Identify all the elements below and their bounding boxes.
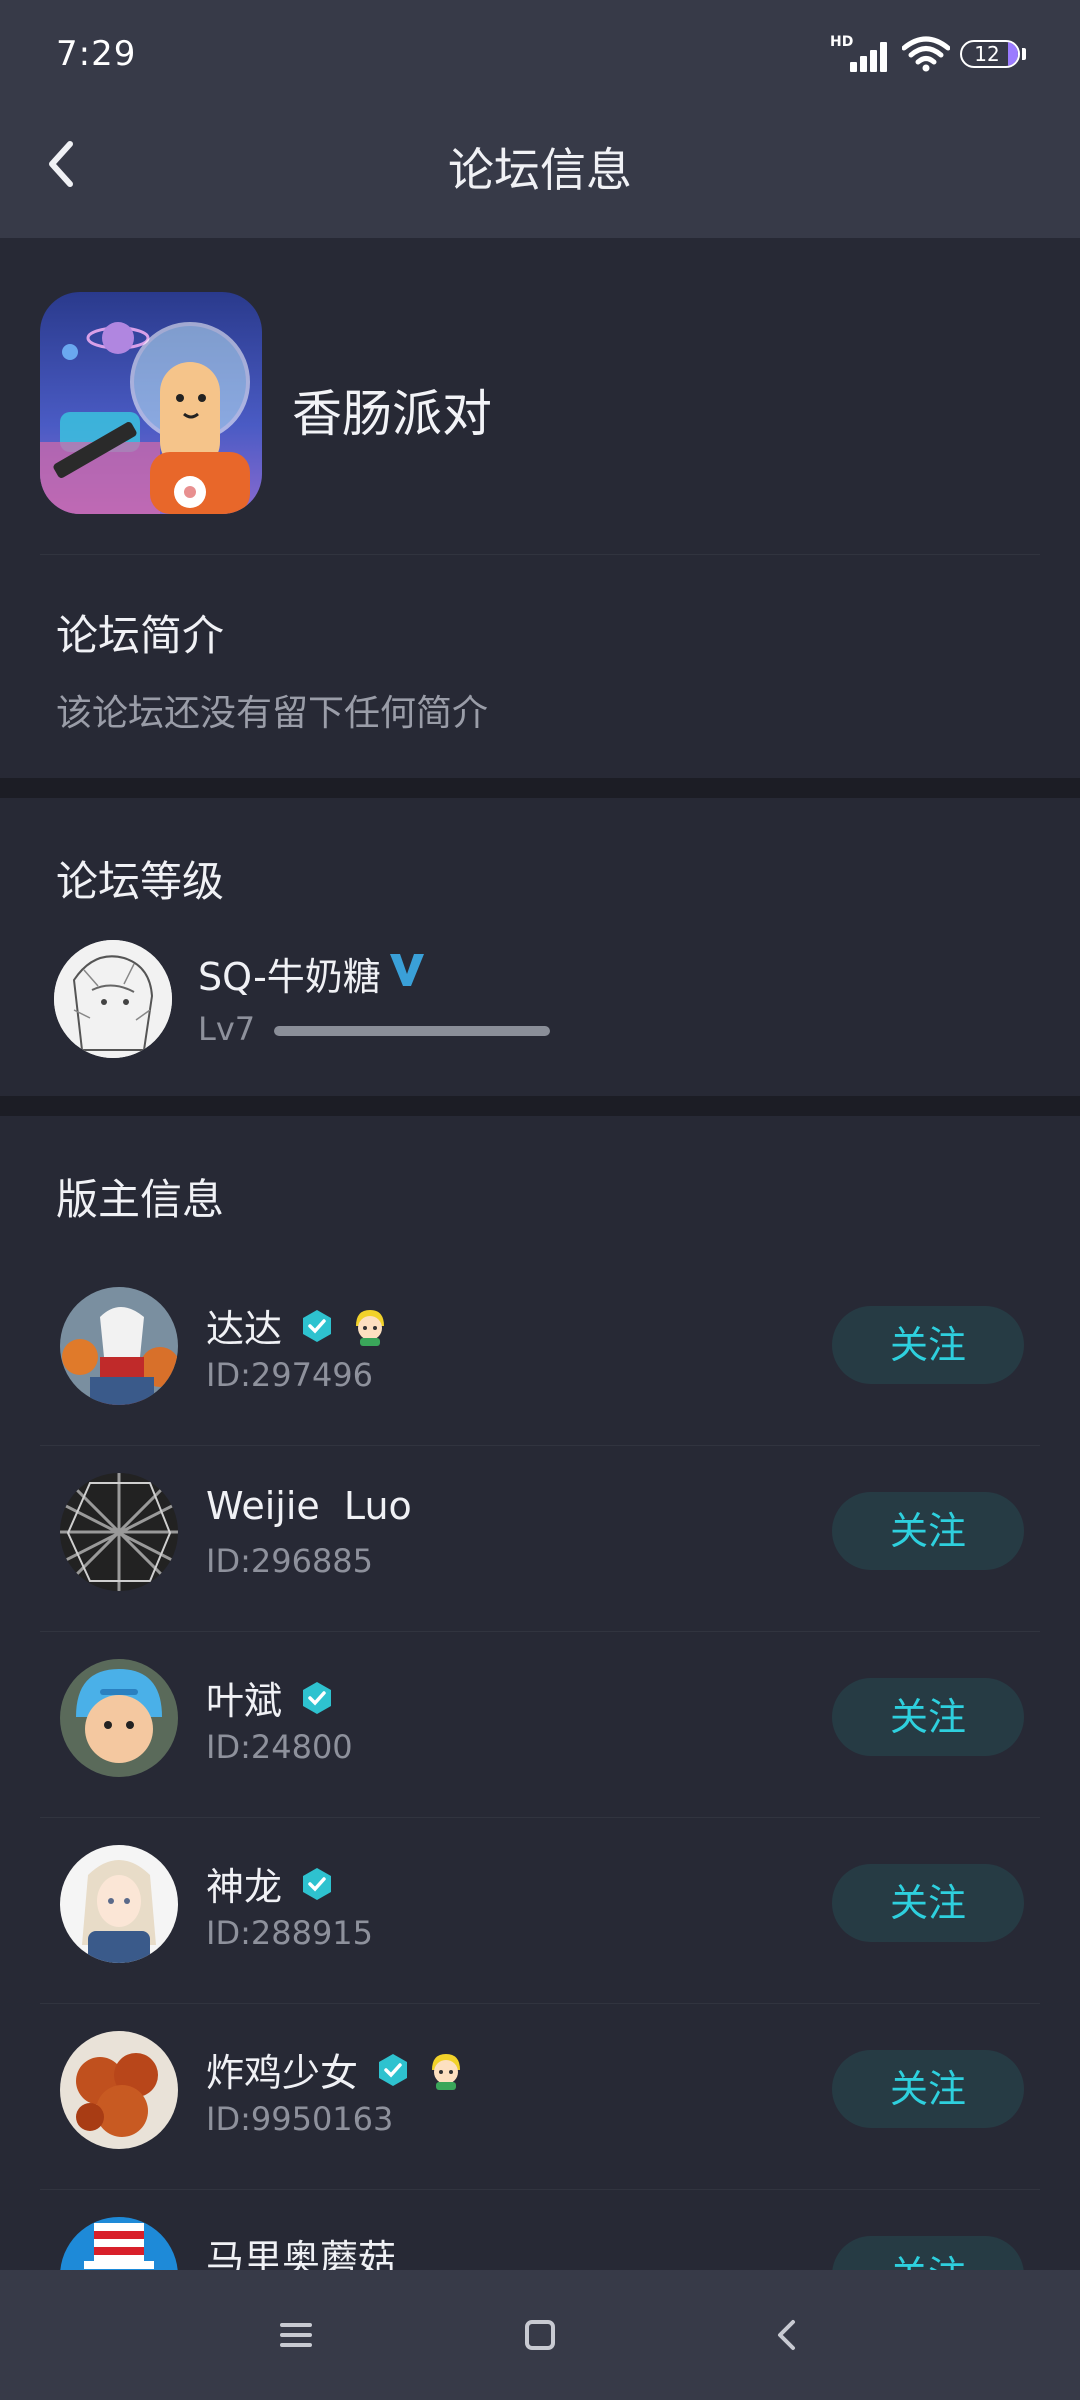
moderator-id: ID:288915	[206, 1914, 374, 1952]
signal-icon	[838, 40, 890, 72]
system-nav-bar	[0, 2270, 1080, 2400]
section-separator	[0, 1096, 1080, 1116]
back-icon[interactable]	[760, 2310, 816, 2360]
level-section-title: 论坛等级	[56, 857, 225, 906]
level-progress-bar	[274, 1026, 550, 1036]
follow-button[interactable]: 关注	[832, 1306, 1024, 1384]
moderator-row[interactable]: 叶斌 ID:24800 关注	[0, 1632, 1080, 1818]
status-time: 7:29	[56, 34, 137, 74]
level-text: Lv7	[198, 1010, 256, 1048]
moderator-name-line: 炸鸡少女	[206, 2042, 466, 2095]
moderator-id: ID:24800	[206, 1728, 353, 1766]
moderator-row[interactable]: 炸鸡少女 ID:9950163 关注	[0, 2004, 1080, 2190]
intro-text: 该论坛还没有留下任何简介	[56, 693, 489, 734]
moderators-card: 版主信息 达达 ID:297496 关注 Weijie Luo ID:29688…	[0, 1116, 1080, 2335]
battery-icon: 12	[960, 40, 1020, 68]
moderator-id: ID:297496	[206, 1356, 374, 1394]
verified-icon	[303, 1681, 332, 1714]
vip-v-icon	[390, 954, 424, 986]
forum-name: 香肠派对	[292, 385, 492, 443]
character-badge-icon	[356, 1309, 385, 1346]
battery-level: 12	[974, 42, 1000, 66]
level-user-name[interactable]: SQ-牛奶糖	[198, 946, 381, 1001]
moderator-name-line: 神龙	[206, 1856, 335, 1909]
moderator-name-line: 叶斌	[206, 1670, 335, 1723]
section-separator	[0, 778, 1080, 798]
status-icons: HD 12	[830, 32, 1040, 76]
status-bar: 7:29 HD 12	[0, 0, 1080, 100]
character-badge-icon	[432, 2053, 461, 2090]
moderator-row[interactable]: Weijie Luo ID:296885 关注	[0, 1446, 1080, 1632]
level-progress-fill	[274, 1026, 550, 1036]
moderator-row[interactable]: 神龙 ID:288915 关注	[0, 1818, 1080, 2004]
follow-button[interactable]: 关注	[832, 1864, 1024, 1942]
follow-button[interactable]: 关注	[832, 2050, 1024, 2128]
wifi-icon	[902, 36, 950, 72]
moderator-id: ID:9950163	[206, 2100, 394, 2138]
moderator-avatar[interactable]	[60, 1287, 178, 1405]
moderator-name: 神龙	[206, 1865, 283, 1909]
menu-icon[interactable]	[268, 2310, 324, 2360]
moderator-name-line: 马里奥蘑菇	[206, 2228, 396, 2281]
forum-avatar	[40, 292, 262, 514]
level-card: 论坛等级 SQ-牛奶糖 Lv7	[0, 798, 1080, 1096]
app-header: 论坛信息	[0, 100, 1080, 238]
moderator-name: 叶斌	[206, 1679, 283, 1723]
moderator-name: 达达	[206, 1307, 283, 1351]
verified-icon	[303, 1309, 332, 1342]
moderator-avatar[interactable]	[60, 1845, 178, 1963]
moderator-id: ID:296885	[206, 1542, 374, 1580]
moderator-name-line: Weijie Luo	[206, 1484, 412, 1530]
forum-info-screen: 7:29 HD 12 论坛信息 香肠派对 论坛简介 该论坛还没有留下任何简介 论…	[0, 0, 1080, 2400]
moderator-name: Weijie Luo	[206, 1484, 412, 1528]
moderators-section-title: 版主信息	[56, 1175, 225, 1224]
page-title: 论坛信息	[448, 143, 632, 197]
follow-button[interactable]: 关注	[832, 1492, 1024, 1570]
intro-section-title: 论坛简介	[56, 611, 225, 660]
moderator-name: 炸鸡少女	[206, 2051, 359, 2095]
level-user-avatar[interactable]	[54, 940, 172, 1058]
moderator-avatar[interactable]	[60, 2031, 178, 2149]
moderator-avatar[interactable]	[60, 1659, 178, 1777]
forum-card: 香肠派对 论坛简介 该论坛还没有留下任何简介	[0, 238, 1080, 778]
moderator-row[interactable]: 达达 ID:297496 关注	[0, 1260, 1080, 1446]
follow-button[interactable]: 关注	[832, 1678, 1024, 1756]
verified-icon	[303, 1867, 332, 1900]
home-icon[interactable]	[512, 2310, 568, 2360]
moderator-name-line: 达达	[206, 1298, 390, 1351]
moderator-avatar[interactable]	[60, 1473, 178, 1591]
divider	[40, 554, 1040, 555]
verified-icon	[379, 2053, 408, 2086]
